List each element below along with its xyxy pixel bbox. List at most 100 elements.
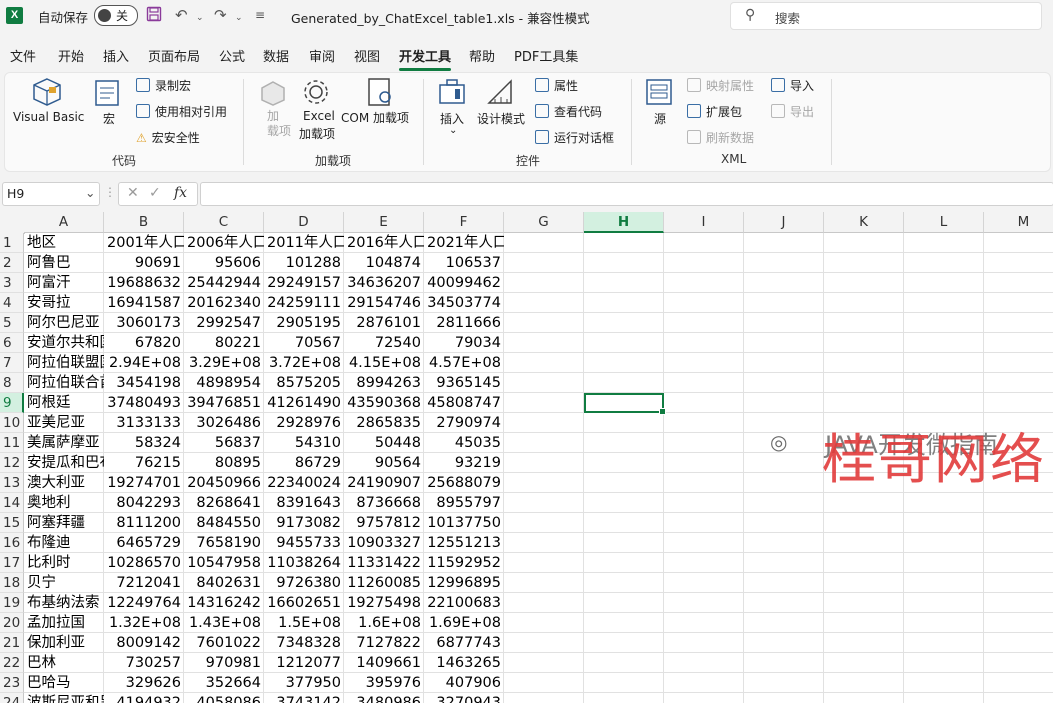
table-cell[interactable]: 1.43E+08 [184, 613, 264, 633]
row-header[interactable]: 10 [0, 413, 24, 433]
row-header[interactable]: 16 [0, 533, 24, 553]
table-cell[interactable]: 安哥拉 [24, 293, 104, 313]
row-header[interactable]: 20 [0, 613, 24, 633]
table-cell[interactable]: 67820 [104, 333, 184, 353]
row-header[interactable]: 8 [0, 373, 24, 393]
column-header-g[interactable]: G [504, 212, 584, 233]
tab-view[interactable]: 视图 [354, 46, 380, 65]
table-cell[interactable]: 29154746 [344, 293, 424, 313]
table-cell[interactable]: 37480493 [104, 393, 184, 413]
column-header-k[interactable]: K [824, 212, 904, 233]
table-cell[interactable]: 1463265 [424, 653, 504, 673]
tab-pdf-tools[interactable]: PDF工具集 [514, 46, 578, 65]
column-header-j[interactable]: J [744, 212, 824, 233]
table-cell[interactable]: 8736668 [344, 493, 424, 513]
row-header[interactable]: 5 [0, 313, 24, 333]
table-cell[interactable]: 12551213 [424, 533, 504, 553]
table-cell[interactable]: 80221 [184, 333, 264, 353]
autosave-toggle[interactable]: 关 [94, 5, 138, 26]
table-cell[interactable]: 41261490 [264, 393, 344, 413]
row-header[interactable]: 15 [0, 513, 24, 533]
table-cell[interactable]: 3270943 [424, 693, 504, 703]
table-cell[interactable]: 阿拉伯联合酋长国 [24, 373, 104, 393]
table-cell[interactable]: 3743142 [264, 693, 344, 703]
tab-data[interactable]: 数据 [263, 46, 289, 65]
table-cell[interactable]: 104874 [344, 253, 424, 273]
row-header[interactable]: 1 [0, 233, 24, 253]
table-cell[interactable]: 58324 [104, 433, 184, 453]
header-cell[interactable]: 2011年人口 [264, 233, 344, 253]
table-cell[interactable]: 20450966 [184, 473, 264, 493]
table-cell[interactable]: 34503774 [424, 293, 504, 313]
table-cell[interactable]: 8009142 [104, 633, 184, 653]
table-cell[interactable]: 3060173 [104, 313, 184, 333]
table-cell[interactable]: 8111200 [104, 513, 184, 533]
table-cell[interactable]: 2865835 [344, 413, 424, 433]
redo-dropdown-icon[interactable]: ⌄ [235, 9, 243, 27]
row-header[interactable]: 2 [0, 253, 24, 273]
table-cell[interactable]: 22340024 [264, 473, 344, 493]
row-header[interactable]: 22 [0, 653, 24, 673]
fill-handle[interactable] [659, 408, 666, 415]
table-cell[interactable]: 11331422 [344, 553, 424, 573]
table-cell[interactable]: 1.69E+08 [424, 613, 504, 633]
table-cell[interactable]: 9365145 [424, 373, 504, 393]
header-cell[interactable]: 2021年人口 [424, 233, 504, 253]
table-cell[interactable]: 孟加拉国 [24, 613, 104, 633]
tab-developer[interactable]: 开发工具 [399, 46, 451, 65]
column-header-e[interactable]: E [344, 212, 424, 233]
table-cell[interactable]: 45808747 [424, 393, 504, 413]
table-cell[interactable]: 20162340 [184, 293, 264, 313]
tab-file[interactable]: 文件 [10, 46, 36, 65]
table-cell[interactable]: 101288 [264, 253, 344, 273]
view-code-button[interactable]: 查看代码 [535, 103, 602, 120]
table-cell[interactable]: 2905195 [264, 313, 344, 333]
properties-button[interactable]: 属性 [535, 77, 578, 94]
table-cell[interactable]: 7212041 [104, 573, 184, 593]
table-cell[interactable]: 39476851 [184, 393, 264, 413]
column-header-h[interactable]: H [584, 212, 664, 233]
table-cell[interactable]: 7658190 [184, 533, 264, 553]
table-cell[interactable]: 12249764 [104, 593, 184, 613]
row-header[interactable]: 17 [0, 553, 24, 573]
table-cell[interactable]: 395976 [344, 673, 424, 693]
table-cell[interactable]: 11038264 [264, 553, 344, 573]
table-cell[interactable]: 106537 [424, 253, 504, 273]
table-cell[interactable]: 22100683 [424, 593, 504, 613]
expansion-packs-button[interactable]: 扩展包 [687, 103, 742, 120]
table-cell[interactable]: 澳大利亚 [24, 473, 104, 493]
table-cell[interactable]: 16602651 [264, 593, 344, 613]
table-cell[interactable]: 10137750 [424, 513, 504, 533]
header-cell[interactable]: 2016年人口 [344, 233, 424, 253]
table-cell[interactable]: 4058086 [184, 693, 264, 703]
tab-review[interactable]: 审阅 [309, 46, 335, 65]
table-cell[interactable]: 1.5E+08 [264, 613, 344, 633]
tab-insert[interactable]: 插入 [103, 46, 129, 65]
row-header[interactable]: 4 [0, 293, 24, 313]
undo-icon[interactable]: ↶ [175, 6, 188, 24]
table-cell[interactable]: 70567 [264, 333, 344, 353]
table-cell[interactable]: 43590368 [344, 393, 424, 413]
table-cell[interactable]: 4194932 [104, 693, 184, 703]
table-cell[interactable]: 1212077 [264, 653, 344, 673]
insert-function-icon[interactable]: fx [174, 185, 187, 201]
table-cell[interactable]: 1.32E+08 [104, 613, 184, 633]
customize-qat-icon[interactable]: ≡ [255, 6, 265, 24]
row-header[interactable]: 23 [0, 673, 24, 693]
column-header-f[interactable]: F [424, 212, 504, 233]
search-box[interactable]: ⚲ 搜索 [730, 2, 1042, 30]
column-header-a[interactable]: A [24, 212, 104, 233]
table-cell[interactable]: 2790974 [424, 413, 504, 433]
table-cell[interactable]: 10286570 [104, 553, 184, 573]
row-header[interactable]: 13 [0, 473, 24, 493]
formula-input[interactable] [200, 182, 1053, 206]
row-header[interactable]: 18 [0, 573, 24, 593]
table-cell[interactable]: 安道尔共和国 [24, 333, 104, 353]
header-cell[interactable]: 2001年人口 [104, 233, 184, 253]
table-cell[interactable]: 9757812 [344, 513, 424, 533]
table-cell[interactable]: 10903327 [344, 533, 424, 553]
document-title[interactable]: Generated_by_ChatExcel_table1.xls - 兼容性模… [291, 8, 590, 27]
tab-help[interactable]: 帮助 [469, 46, 495, 65]
table-cell[interactable]: 25442944 [184, 273, 264, 293]
table-cell[interactable]: 11592952 [424, 553, 504, 573]
